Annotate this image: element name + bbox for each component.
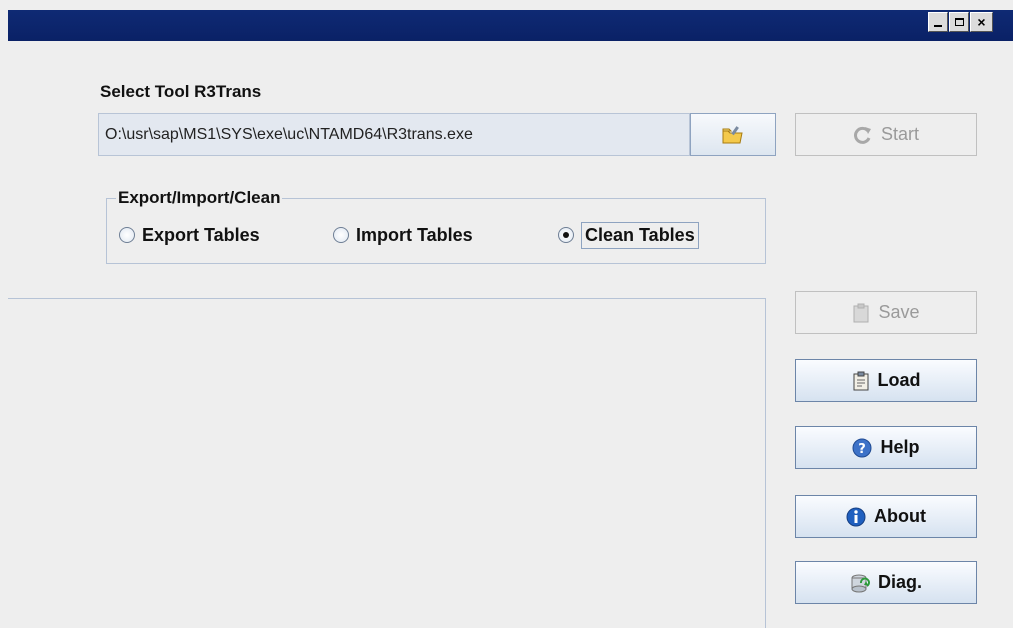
diag-icon [850, 573, 870, 593]
help-label: Help [880, 437, 920, 457]
radio-selected-icon [558, 227, 574, 243]
r3trans-path-field[interactable]: O:\usr\sap\MS1\SYS\exe\uc\NTAMD64\R3tran… [98, 113, 690, 156]
about-button[interactable]: About [795, 495, 977, 538]
diag-label: Diag. [877, 572, 922, 592]
help-button[interactable]: ? Help [795, 426, 977, 469]
diag-button[interactable]: Diag. [795, 561, 977, 604]
radio-label: Clean Tables [581, 221, 699, 249]
minimize-button[interactable] [928, 12, 948, 32]
main-content-panel [8, 298, 766, 628]
radio-label: Export Tables [142, 224, 260, 245]
minimize-icon [934, 25, 942, 27]
radio-export-tables[interactable]: Export Tables [119, 221, 260, 249]
svg-text:?: ? [859, 442, 867, 457]
maximize-icon [954, 18, 964, 26]
title-bar [8, 10, 1013, 41]
help-icon: ? [852, 438, 872, 458]
radio-import-tables[interactable]: Import Tables [333, 221, 473, 249]
browse-button[interactable] [690, 113, 776, 156]
load-button[interactable]: Load [795, 359, 977, 402]
radio-unselected-icon [119, 227, 135, 243]
refresh-icon [853, 125, 873, 145]
load-label: Load [877, 370, 921, 390]
close-button[interactable]: × [970, 12, 993, 32]
radio-label: Import Tables [356, 224, 473, 245]
start-label: Start [880, 124, 919, 144]
clipboard-icon [852, 303, 870, 323]
info-icon [846, 507, 866, 527]
radio-clean-tables[interactable]: Clean Tables [558, 221, 699, 249]
clipboard-icon [852, 371, 870, 391]
folder-edit-icon [722, 125, 743, 143]
maximize-button[interactable] [949, 12, 969, 32]
close-icon: × [977, 14, 986, 30]
save-button[interactable]: Save [795, 291, 977, 334]
select-tool-label: Select Tool R3Trans [100, 82, 262, 101]
radio-unselected-icon [333, 227, 349, 243]
mode-group-title: Export/Import/Clean [116, 188, 283, 208]
save-label: Save [878, 302, 920, 322]
start-button[interactable]: Start [795, 113, 977, 156]
about-label: About [874, 506, 926, 526]
